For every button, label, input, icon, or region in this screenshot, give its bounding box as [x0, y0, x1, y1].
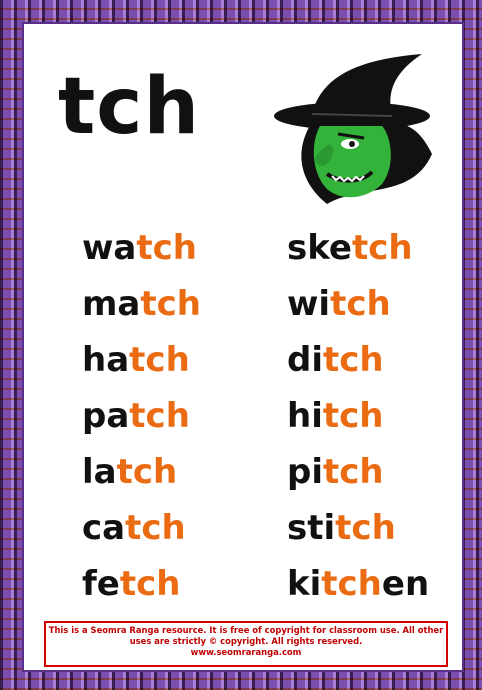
word-left-3: hatch — [24, 336, 243, 384]
word-right-2: witch — [243, 280, 462, 328]
tch-highlight: tch — [129, 396, 190, 436]
footer-url: www.seomraranga.com — [190, 647, 302, 657]
witch-icon — [274, 54, 432, 204]
word-prefix: di — [287, 340, 323, 380]
tch-highlight: tch — [116, 452, 178, 492]
word-left-1: watch — [24, 224, 243, 272]
word-prefix: ma — [82, 284, 141, 324]
word-prefix: fe — [82, 564, 120, 604]
tch-highlight: tch — [321, 564, 382, 604]
tch-highlight: tch — [136, 228, 197, 268]
tch-highlight: tch — [330, 284, 391, 324]
word-prefix: wa — [82, 228, 137, 268]
tch-highlight: tch — [323, 340, 384, 380]
word-left-4: patch — [24, 392, 243, 440]
word-prefix: ha — [82, 340, 130, 380]
poster: tch watch sketch match witch hatch ditch… — [22, 22, 464, 672]
word-right-5: pitch — [243, 448, 462, 496]
word-right-7: kitchen — [243, 560, 462, 608]
tch-highlight: tch — [125, 508, 186, 548]
word-right-4: hitch — [243, 392, 462, 440]
word-prefix: pi — [287, 452, 323, 492]
word-right-6: stitch — [243, 504, 462, 552]
word-left-7: fetch — [24, 560, 243, 608]
tch-highlight: tch — [140, 284, 201, 324]
word-prefix: ca — [82, 508, 126, 548]
footer-line-2: uses are strictly © copyright. All right… — [129, 636, 363, 646]
word-list: watch sketch match witch hatch ditch pat… — [24, 224, 462, 608]
word-prefix: pa — [82, 396, 130, 436]
word-prefix: la — [82, 452, 117, 492]
word-suffix: en — [381, 564, 430, 604]
word-prefix: wi — [287, 284, 331, 324]
word-right-3: ditch — [243, 336, 462, 384]
tch-highlight: tch — [323, 452, 384, 492]
tch-highlight: tch — [322, 396, 384, 436]
copyright-footer: This is a Seomra Ranga resource. It is f… — [44, 621, 448, 667]
word-prefix: ki — [287, 564, 322, 604]
tch-highlight: tch — [119, 564, 181, 604]
footer-line-1: This is a Seomra Ranga resource. It is f… — [48, 625, 444, 635]
tch-highlight: tch — [129, 340, 190, 380]
word-left-5: latch — [24, 448, 243, 496]
word-left-6: catch — [24, 504, 243, 552]
tch-highlight: tch — [335, 508, 396, 548]
word-prefix: hi — [287, 396, 323, 436]
word-left-2: match — [24, 280, 243, 328]
word-prefix: ske — [287, 228, 352, 268]
word-prefix: sti — [287, 508, 336, 548]
poster-title: tch — [58, 62, 201, 152]
word-right-1: sketch — [243, 224, 462, 272]
tch-highlight: tch — [352, 228, 413, 268]
